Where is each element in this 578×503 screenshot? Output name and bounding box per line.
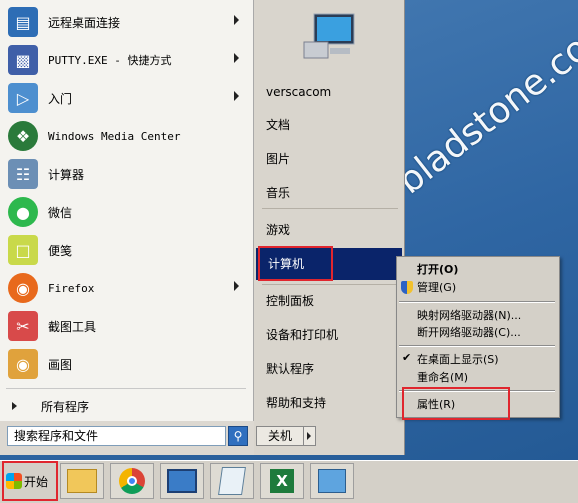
shutdown-button[interactable]: 关机 (256, 426, 304, 446)
divider (6, 388, 246, 389)
annotation-box (258, 246, 333, 281)
program-remote-desktop[interactable]: ▤ 远程桌面连接 (4, 4, 249, 40)
program-label: Firefox (48, 281, 95, 295)
program-label: 截图工具 (48, 319, 97, 334)
excel-icon: X (270, 469, 294, 493)
all-programs-label: 所有程序 (41, 399, 90, 414)
program-label: 计算器 (48, 167, 85, 182)
calculator-icon: ☷ (8, 159, 38, 189)
annotation-box (2, 461, 58, 501)
program-label: Windows Media Center (48, 129, 181, 143)
getting-started-icon: ▷ (8, 83, 38, 113)
start-menu: ▤ 远程桌面连接 ▩ PUTTY.EXE - 快捷方式 ▷ 入门 ❖ Windo… (0, 0, 405, 455)
checkmark-icon: ✔ (402, 351, 412, 364)
windows-logo-icon: ❖ (8, 121, 38, 151)
all-programs-button[interactable]: 所有程序 (4, 395, 249, 417)
divider (262, 284, 398, 285)
remote-desktop-icon (167, 469, 197, 493)
taskbar: 开始 X (0, 460, 578, 503)
annotation-box (402, 387, 510, 420)
program-label: PUTTY.EXE - 快捷方式 (48, 54, 172, 67)
computer-icon (303, 13, 355, 59)
program-label: 微信 (48, 205, 73, 220)
putty-icon: ▩ (8, 45, 38, 75)
firefox-icon: ◉ (8, 273, 38, 303)
divider (262, 208, 398, 209)
menu-manage[interactable]: 管理(G) (417, 279, 456, 297)
menu-rename[interactable]: 重命名(M) (417, 369, 468, 387)
program-snipping-tool[interactable]: ✂ 截图工具 (4, 308, 249, 344)
pictures-link[interactable]: 图片 (266, 145, 396, 173)
paint-icon: ◉ (8, 349, 38, 379)
control-panel-icon (318, 469, 346, 493)
devices-printers-link[interactable]: 设备和打印机 (266, 321, 396, 349)
menu-map-drive[interactable]: 映射网络驱动器(N)... (417, 307, 521, 325)
programs-pane: ▤ 远程桌面连接 ▩ PUTTY.EXE - 快捷方式 ▷ 入门 ❖ Windo… (0, 0, 254, 421)
program-label: 画图 (48, 357, 73, 372)
snipping-tool-icon: ✂ (8, 311, 38, 341)
default-programs-link[interactable]: 默认程序 (266, 355, 396, 383)
notepad-icon (218, 467, 246, 495)
program-label: 远程桌面连接 (48, 15, 121, 30)
wechat-icon: ● (8, 197, 38, 227)
program-calculator[interactable]: ☷ 计算器 (4, 156, 249, 192)
folder-icon (67, 469, 97, 493)
program-getting-started[interactable]: ▷ 入门 (4, 80, 249, 116)
shield-icon (401, 281, 413, 294)
documents-link[interactable]: 文档 (266, 111, 396, 139)
chrome-icon (119, 468, 145, 494)
user-folder[interactable]: verscacom (266, 78, 396, 106)
expand-arrow-icon (12, 402, 17, 410)
taskbar-remote-desktop[interactable] (160, 463, 204, 499)
taskbar-explorer[interactable] (60, 463, 104, 499)
search-icon[interactable]: ⚲ (228, 426, 248, 446)
shutdown-options-button[interactable] (304, 426, 316, 446)
menu-disconnect-drive[interactable]: 断开网络驱动器(C)... (417, 324, 521, 342)
program-label: 便笺 (48, 243, 73, 258)
program-sticky-notes[interactable]: □ 便笺 (4, 232, 249, 268)
taskbar-chrome[interactable] (110, 463, 154, 499)
games-link[interactable]: 游戏 (266, 216, 396, 244)
menu-open[interactable]: 打开(O) (417, 261, 458, 279)
remote-desktop-icon: ▤ (8, 7, 38, 37)
taskbar-control-panel[interactable] (310, 463, 354, 499)
search-placeholder: 搜索程序和文件 (14, 429, 99, 443)
help-support-link[interactable]: 帮助和支持 (266, 389, 396, 417)
sticky-notes-icon: □ (8, 235, 38, 265)
menu-separator (399, 345, 555, 347)
music-link[interactable]: 音乐 (266, 179, 396, 207)
taskbar-notepad[interactable] (210, 463, 254, 499)
program-paint[interactable]: ◉ 画图 (4, 346, 249, 382)
program-media-center[interactable]: ❖ Windows Media Center (4, 118, 249, 154)
program-firefox[interactable]: ◉ Firefox (4, 270, 249, 306)
program-wechat[interactable]: ● 微信 (4, 194, 249, 230)
program-putty[interactable]: ▩ PUTTY.EXE - 快捷方式 (4, 42, 249, 78)
control-panel-link[interactable]: 控制面板 (266, 287, 396, 315)
program-label: 入门 (48, 91, 73, 106)
search-input[interactable]: 搜索程序和文件 (7, 426, 226, 446)
submenu-arrow-icon (234, 53, 239, 63)
submenu-arrow-icon (234, 15, 239, 25)
taskbar-excel[interactable]: X (260, 463, 304, 499)
menu-separator (399, 301, 555, 303)
submenu-arrow-icon (234, 91, 239, 101)
submenu-arrow-icon (234, 281, 239, 291)
menu-show-on-desktop[interactable]: 在桌面上显示(S) (417, 351, 499, 369)
